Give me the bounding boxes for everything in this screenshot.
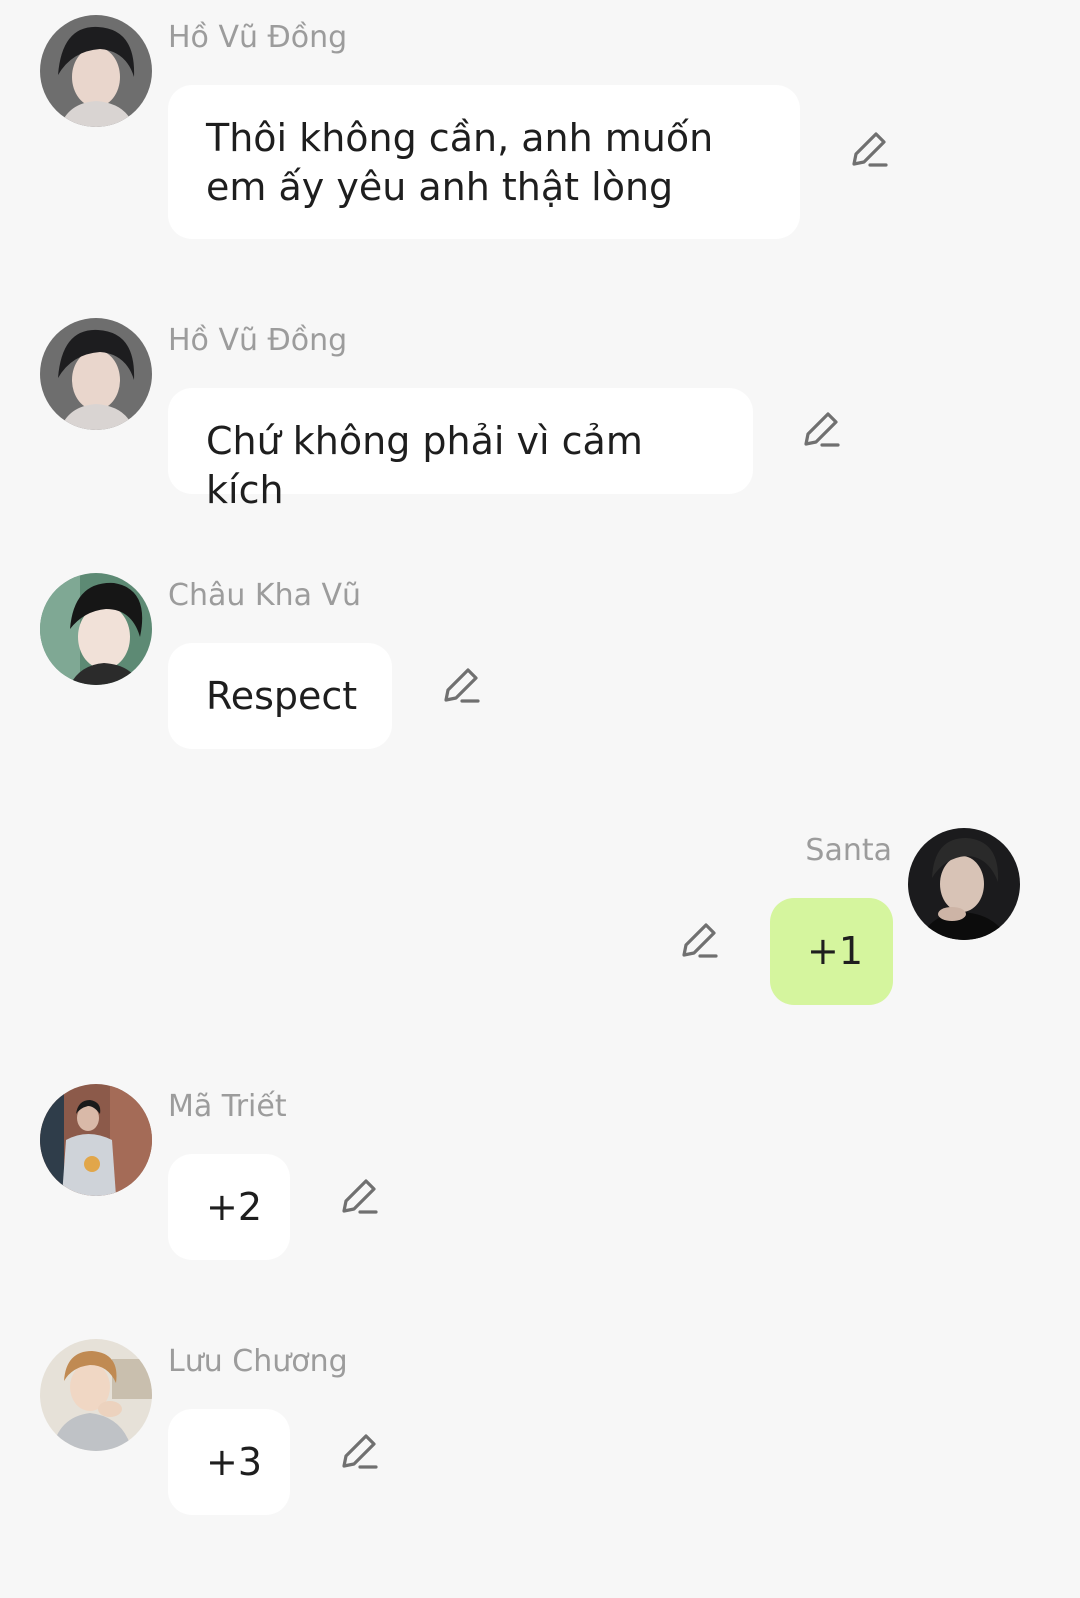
pencil-edit-icon[interactable] [678,918,722,962]
message-bubble[interactable]: Thôi không cần, anh muốn em ấy yêu anh t… [168,85,800,239]
message-bubble[interactable]: +2 [168,1154,290,1260]
chat-thread: Hồ Vũ Đồng Thôi không cần, anh muốn em ấ… [0,0,1080,1598]
sender-name: Hồ Vũ Đồng [168,20,348,55]
avatar-chau-kha-vu[interactable] [40,573,152,685]
message-text: Respect [206,674,358,718]
pencil-edit-icon[interactable] [800,407,844,451]
avatar-santa[interactable] [908,828,1020,940]
sender-name: Mã Triết [168,1089,287,1124]
pencil-edit-icon[interactable] [848,127,892,171]
pencil-edit-icon[interactable] [338,1174,382,1218]
avatar-ma-triet[interactable] [40,1084,152,1196]
pencil-edit-icon[interactable] [440,663,484,707]
message-text: +1 [807,929,864,973]
message-text: Thôi không cần, anh muốn em ấy yêu anh t… [206,116,714,209]
sender-name: Santa [805,833,892,868]
avatar-ho-vu-dong[interactable] [40,318,152,430]
sender-name: Châu Kha Vũ [168,578,362,613]
avatar-luu-chuong[interactable] [40,1339,152,1451]
message-bubble[interactable]: Chứ không phải vì cảm kích [168,388,753,512]
avatar-ho-vu-dong[interactable] [40,15,152,127]
message-text: Chứ không phải vì cảm kích [206,419,643,512]
message-text: +2 [206,1185,263,1229]
pencil-edit-icon[interactable] [338,1429,382,1473]
sender-name: Lưu Chương [168,1344,348,1379]
message-bubble[interactable]: +3 [168,1409,290,1515]
sender-name: Hồ Vũ Đồng [168,323,348,358]
message-bubble[interactable]: Respect [168,643,392,749]
message-text: +3 [206,1440,263,1484]
message-bubble-outgoing[interactable]: +1 [770,898,893,1005]
